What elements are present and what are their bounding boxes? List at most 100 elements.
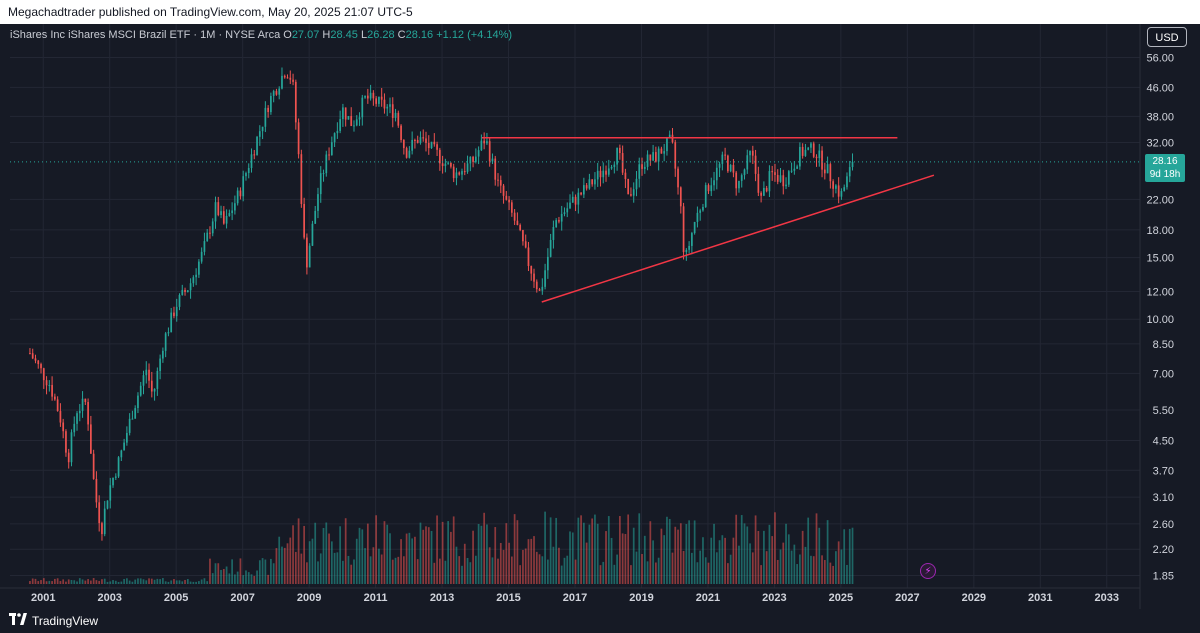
volume-bar xyxy=(206,581,209,584)
volume-bar xyxy=(804,546,807,584)
x-tick-label: 2033 xyxy=(1095,592,1119,604)
volume-bar xyxy=(150,578,153,584)
volume-bar xyxy=(156,578,159,584)
candle-body xyxy=(848,167,851,177)
candle-body xyxy=(779,175,782,182)
candle-body xyxy=(461,171,463,175)
candle-body xyxy=(544,270,546,287)
candle-body xyxy=(510,202,513,213)
volume-bar xyxy=(840,549,843,584)
volume-bar xyxy=(189,581,192,584)
high-value: 28.45 xyxy=(330,29,358,41)
volume-bar xyxy=(54,578,56,584)
volume-bar xyxy=(344,518,347,584)
volume-bar xyxy=(583,522,585,584)
volume-bar xyxy=(281,546,283,584)
candle-body xyxy=(416,140,419,143)
volume-bar xyxy=(211,573,214,584)
candle-body xyxy=(31,353,34,359)
volume-bar xyxy=(128,580,131,584)
lightning-icon[interactable]: ⚡ xyxy=(920,563,936,579)
volume-bar xyxy=(45,581,48,584)
candle-body xyxy=(289,77,292,80)
volume-bar xyxy=(823,560,826,584)
candle-body xyxy=(596,170,599,180)
volume-bar xyxy=(153,579,156,584)
volume-bar xyxy=(613,564,616,584)
volume-bar xyxy=(785,523,787,584)
volume-bar xyxy=(159,579,161,584)
volume-bar xyxy=(87,579,89,584)
candle-body xyxy=(682,206,685,253)
candle-body xyxy=(98,502,101,524)
volume-bar xyxy=(530,538,533,584)
volume-bar xyxy=(239,558,242,584)
currency-button[interactable]: USD xyxy=(1147,27,1187,47)
x-tick-label: 2013 xyxy=(430,592,454,604)
candle-body xyxy=(505,195,508,200)
volume-bar xyxy=(774,512,776,584)
candle-body xyxy=(283,75,286,78)
candle-body xyxy=(228,213,231,216)
volume-bar xyxy=(751,552,754,584)
volume-bar xyxy=(776,559,779,584)
y-tick-label: 38.00 xyxy=(1146,111,1174,123)
volume-bar xyxy=(760,565,762,584)
candle-body xyxy=(300,154,303,204)
tradingview-logo-icon xyxy=(9,613,27,628)
candle-body xyxy=(419,137,422,143)
candle-body xyxy=(810,143,812,148)
candle-body xyxy=(666,137,668,152)
candle-body xyxy=(757,173,760,193)
candle-body xyxy=(771,171,774,173)
candle-body xyxy=(425,138,427,143)
candle-body xyxy=(652,152,654,161)
candle-body xyxy=(721,154,724,164)
volume-bar xyxy=(630,565,632,584)
candle-body xyxy=(591,179,594,185)
volume-bar xyxy=(488,547,491,584)
volume-bar xyxy=(710,537,713,584)
candle-body xyxy=(258,131,261,137)
x-tick-label: 2031 xyxy=(1028,592,1052,604)
volume-bar xyxy=(95,580,98,584)
candle-body xyxy=(192,277,195,284)
chart-area[interactable]: 56.00 46.00 38.00 32.00 22.00 18.00 15.00 12.00… xyxy=(0,24,1200,609)
candle-body xyxy=(738,180,740,189)
candle-body xyxy=(361,97,364,118)
candle-body xyxy=(239,190,242,197)
candle-body xyxy=(638,164,641,179)
volume-bar xyxy=(389,533,391,584)
volume-bar xyxy=(200,579,203,584)
volume-bar xyxy=(555,517,558,584)
volume-bar xyxy=(283,547,286,584)
volume-bar xyxy=(643,535,646,584)
volume-bar xyxy=(779,549,782,584)
volume-bar xyxy=(222,568,225,584)
candle-body xyxy=(245,173,247,177)
candle-body xyxy=(749,150,751,156)
volume-bar xyxy=(405,533,408,584)
candle-body xyxy=(59,411,62,423)
candle-body xyxy=(87,402,89,425)
candle-body xyxy=(51,385,53,397)
y-tick-label: 56.00 xyxy=(1146,52,1174,64)
price-chart[interactable]: 56.00 46.00 38.00 32.00 22.00 18.00 15.00 12.00… xyxy=(0,24,1200,609)
candle-body xyxy=(566,208,569,213)
candle-body xyxy=(790,170,793,172)
volume-bar xyxy=(192,581,195,584)
volume-bar xyxy=(715,552,718,584)
volume-bar xyxy=(31,578,34,584)
tradingview-logo[interactable]: TradingView xyxy=(9,613,98,628)
candle-body xyxy=(450,162,452,167)
low-value: 26.28 xyxy=(367,29,395,41)
candle-body xyxy=(29,353,31,355)
candle-body xyxy=(325,154,328,174)
candle-body xyxy=(466,163,469,172)
volume-bar xyxy=(117,581,120,584)
volume-bar xyxy=(170,580,173,584)
candle-body xyxy=(613,164,616,167)
volume-bar xyxy=(713,523,715,584)
volume-bar xyxy=(37,581,40,584)
volume-bar xyxy=(513,514,516,584)
